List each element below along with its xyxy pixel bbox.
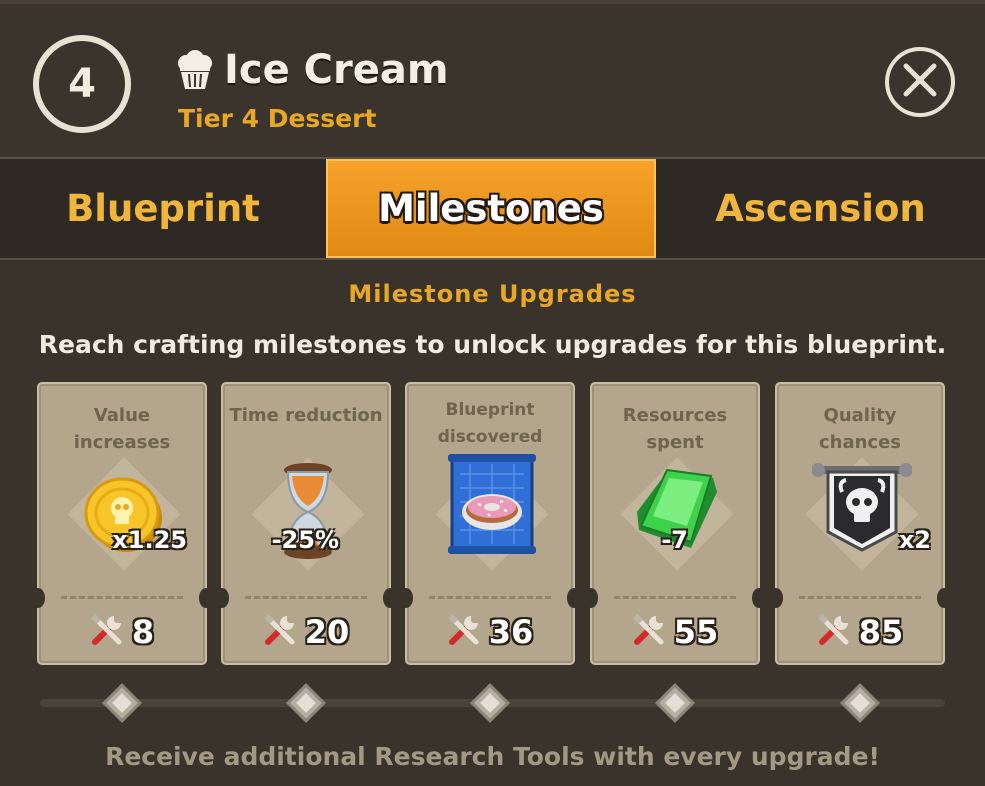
milestone-cost-value: 55 [673, 613, 719, 651]
panel-header: 4 Ice Cream Tier 4 Dessert [0, 4, 985, 159]
milestone-value: x1.25 [112, 526, 187, 554]
milestone-cost-value: 85 [858, 613, 904, 651]
milestone-label: Blueprint discovered [411, 397, 569, 451]
milestone-art [248, 454, 368, 574]
tier-badge: 4 [33, 35, 131, 133]
close-button[interactable] [885, 47, 955, 117]
milestone-label-line2: discovered [437, 427, 543, 447]
milestone-cost: 8 [39, 610, 205, 654]
blueprint-details-panel: 4 Ice Cream Tier 4 Dessert Blueprint Mil… [0, 0, 985, 786]
research-tools-icon [263, 613, 297, 651]
milestone-card-time[interactable]: Time reduction -25% 20 [215, 382, 397, 665]
milestone-node [102, 683, 142, 723]
milestone-cost-value: 20 [304, 613, 350, 651]
milestone-art [64, 454, 184, 574]
blueprint-subtitle: Tier 4 Dessert [178, 104, 377, 133]
skull-banner-icon [811, 462, 913, 558]
milestone-value: -25% [271, 526, 339, 554]
footer-note: Receive additional Research Tools with e… [105, 742, 880, 771]
tab-bar: Blueprint Milestones Ascension [0, 157, 985, 260]
milestone-art [802, 454, 922, 574]
milestone-value: x2 [898, 526, 931, 554]
milestone-node [470, 683, 510, 723]
milestone-label-line1: Blueprint [445, 400, 535, 420]
research-tools-icon [632, 613, 666, 651]
blueprint-donut-icon [448, 454, 536, 558]
tab-blueprint[interactable]: Blueprint [0, 159, 326, 258]
section-title: Milestone Upgrades [348, 280, 637, 308]
milestone-label: Time reduction [229, 405, 383, 426]
divider [61, 596, 183, 599]
milestone-card-quality[interactable]: Quality chances x2 85 [769, 382, 951, 665]
tab-ascension[interactable]: Ascension [656, 159, 985, 258]
milestone-value: -7 [661, 526, 688, 554]
section-description: Reach crafting milestones to unlock upgr… [38, 330, 947, 359]
milestone-label: Resources spent [622, 405, 728, 453]
milestone-cost: 85 [777, 610, 943, 654]
milestone-cost-value: 36 [488, 613, 534, 651]
blueprint-title: Ice Cream [224, 47, 449, 93]
milestone-node [840, 683, 880, 723]
tab-milestones[interactable]: Milestones [326, 159, 656, 258]
milestone-cost: 36 [407, 610, 573, 654]
divider [799, 596, 921, 599]
milestone-label: Quality chances [818, 405, 902, 453]
research-tools-icon [817, 613, 851, 651]
milestone-card-blueprint[interactable]: Blueprint discovered 36 [399, 382, 581, 665]
milestone-cost: 55 [592, 610, 758, 654]
milestone-card-resources[interactable]: Resources spent -7 55 [584, 382, 766, 665]
research-tools-icon [447, 613, 481, 651]
research-tools-icon [90, 613, 124, 651]
milestone-art [617, 454, 737, 574]
milestone-art [432, 454, 552, 574]
milestone-node [286, 683, 326, 723]
tier-number: 4 [68, 61, 96, 107]
ice-cream-icon [176, 50, 214, 90]
milestone-card-value[interactable]: Value increases x1.25 8 [31, 382, 213, 665]
title-row: Ice Cream [176, 44, 449, 96]
milestone-cost-value: 8 [131, 613, 155, 651]
divider [245, 596, 367, 599]
milestone-label: Value increases [73, 405, 171, 453]
divider [614, 596, 736, 599]
close-icon [900, 60, 940, 104]
milestone-node [655, 683, 695, 723]
divider [429, 596, 551, 599]
milestone-cost: 20 [223, 610, 389, 654]
